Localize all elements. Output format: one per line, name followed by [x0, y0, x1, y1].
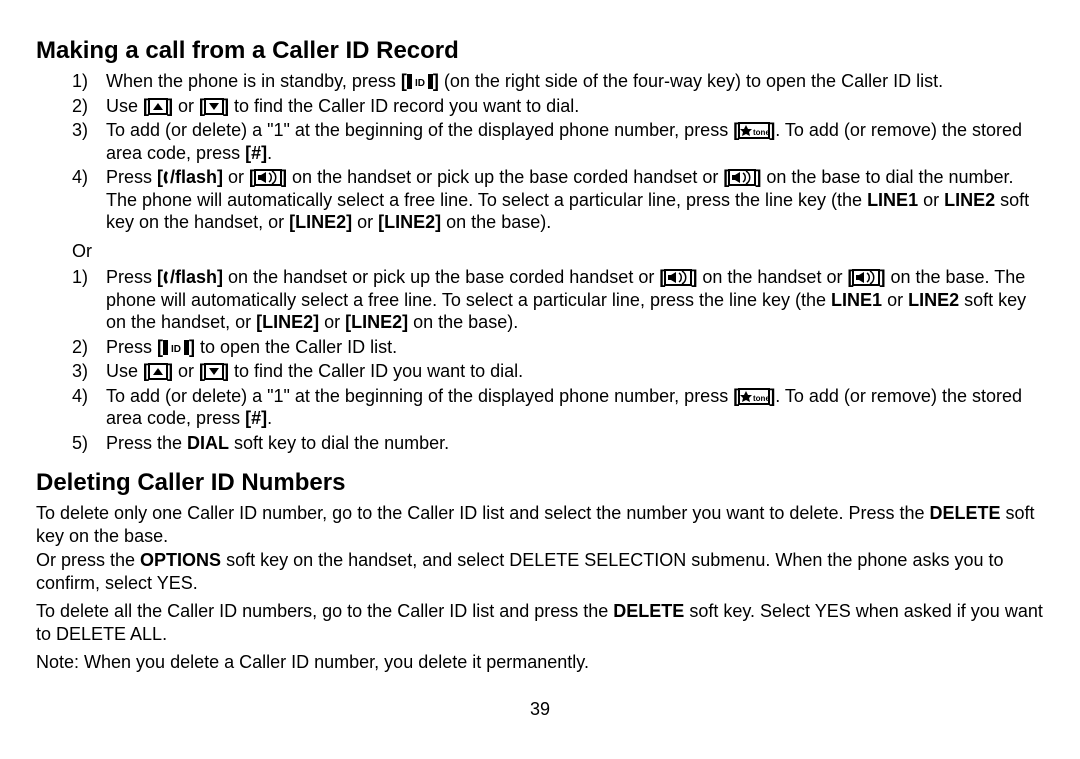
- talk-icon: [163, 170, 170, 185]
- text: .: [267, 143, 272, 163]
- text: Press: [106, 267, 157, 287]
- speaker-icon: [255, 170, 281, 185]
- line1-key: LINE1: [867, 190, 918, 210]
- list-item: To add (or delete) a "1" at the beginnin…: [98, 119, 1044, 164]
- text: on the base).: [408, 312, 518, 332]
- text: or: [173, 96, 199, 116]
- text: to find the Caller ID record you want to…: [229, 96, 579, 116]
- paragraph: To delete all the Caller ID numbers, go …: [36, 600, 1044, 645]
- paragraph: Or press the OPTIONS soft key on the han…: [36, 549, 1044, 594]
- line2-key: LINE2: [908, 290, 959, 310]
- text: Use: [106, 361, 143, 381]
- text: Press: [106, 167, 157, 187]
- line1-key: LINE1: [831, 290, 882, 310]
- text: or: [223, 167, 249, 187]
- text: To add (or delete) a "1" at the beginnin…: [106, 386, 733, 406]
- hash-key: [#]: [245, 408, 267, 428]
- text: on the handset or: [697, 267, 847, 287]
- flash-key: /flash]: [170, 267, 223, 287]
- text: Press: [106, 337, 157, 357]
- flash-key: /flash]: [170, 167, 223, 187]
- dial-key: DIAL: [187, 433, 229, 453]
- arrow-up-icon: [149, 99, 167, 114]
- heading-deleting: Deleting Caller ID Numbers: [36, 468, 1044, 498]
- caller-id-icon: [163, 340, 189, 355]
- page-number: 39: [36, 698, 1044, 721]
- line2-key: [LINE2]: [256, 312, 319, 332]
- text: or: [352, 212, 378, 232]
- text: .: [267, 408, 272, 428]
- text: soft key to dial the number.: [229, 433, 449, 453]
- delete-key: DELETE: [930, 503, 1001, 523]
- text: to open the Caller ID list.: [195, 337, 397, 357]
- speaker-icon: [853, 270, 879, 285]
- caller-id-icon: [407, 74, 433, 89]
- text: Or press the: [36, 550, 140, 570]
- list-item: Press the DIAL soft key to dial the numb…: [98, 432, 1044, 455]
- star-tone-icon: [739, 123, 769, 138]
- paragraph: To delete only one Caller ID number, go …: [36, 502, 1044, 547]
- text: to find the Caller ID you want to dial.: [229, 361, 523, 381]
- arrow-down-icon: [205, 364, 223, 379]
- text: Press the: [106, 433, 187, 453]
- arrow-up-icon: [149, 364, 167, 379]
- list-item: Use [] or [] to find the Caller ID you w…: [98, 360, 1044, 383]
- line2-key: [LINE2]: [289, 212, 352, 232]
- text: or: [173, 361, 199, 381]
- paragraph: Note: When you delete a Caller ID number…: [36, 651, 1044, 674]
- text: on the base to dial the number.: [761, 167, 1013, 187]
- or-separator: Or: [72, 240, 1044, 263]
- line2-key: [LINE2]: [345, 312, 408, 332]
- options-key: OPTIONS: [140, 550, 221, 570]
- text: Use: [106, 96, 143, 116]
- list-item: Use [] or [] to find the Caller ID recor…: [98, 95, 1044, 118]
- list-b: Press [/flash] on the handset or pick up…: [36, 266, 1044, 454]
- star-tone-icon: [739, 389, 769, 404]
- speaker-icon: [729, 170, 755, 185]
- arrow-down-icon: [205, 99, 223, 114]
- text: or: [918, 190, 944, 210]
- text: on the base).: [441, 212, 551, 232]
- speaker-icon: [665, 270, 691, 285]
- text: The phone will automatically select a fr…: [106, 190, 867, 210]
- line2-key: LINE2: [944, 190, 995, 210]
- text: To add (or delete) a "1" at the beginnin…: [106, 120, 733, 140]
- text: To delete all the Caller ID numbers, go …: [36, 601, 613, 621]
- hash-key: [#]: [245, 143, 267, 163]
- text: on the handset or pick up the base corde…: [287, 167, 723, 187]
- list-item: Press [/flash] on the handset or pick up…: [98, 266, 1044, 334]
- heading-making-call: Making a call from a Caller ID Record: [36, 36, 1044, 66]
- list-item: Press [/flash] or [] on the handset or p…: [98, 166, 1044, 234]
- talk-icon: [163, 270, 170, 285]
- list-a: When the phone is in standby, press [] (…: [36, 70, 1044, 234]
- line2-key: [LINE2]: [378, 212, 441, 232]
- text: (on the right side of the four-way key) …: [439, 71, 943, 91]
- text: When the phone is in standby, press: [106, 71, 401, 91]
- list-item: When the phone is in standby, press [] (…: [98, 70, 1044, 93]
- text: or: [882, 290, 908, 310]
- text: To delete only one Caller ID number, go …: [36, 503, 930, 523]
- text: on the handset or pick up the base corde…: [223, 267, 659, 287]
- list-item: To add (or delete) a "1" at the beginnin…: [98, 385, 1044, 430]
- delete-key: DELETE: [613, 601, 684, 621]
- text: or: [319, 312, 345, 332]
- list-item: Press [] to open the Caller ID list.: [98, 336, 1044, 359]
